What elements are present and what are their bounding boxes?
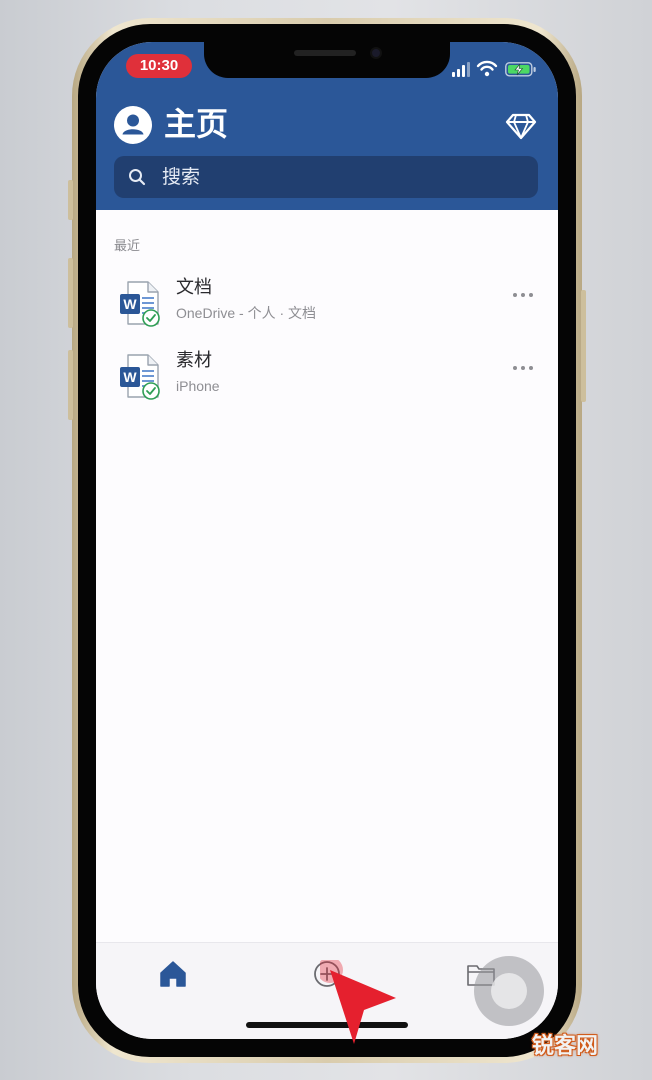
search-icon (129, 169, 146, 186)
search-bar[interactable]: 搜索 (114, 156, 538, 198)
status-time: 10:30 (126, 54, 192, 78)
word-document-icon: W (120, 354, 160, 400)
recent-file-row[interactable]: W 文档 OneDrive - 个人 · 文档 (96, 274, 558, 338)
front-camera (370, 47, 382, 59)
diamond-icon[interactable] (504, 108, 538, 142)
recent-section-label: 最近 (114, 239, 141, 254)
person-icon (122, 114, 144, 135)
svg-text:W: W (123, 369, 137, 385)
app-header: 10:30 主页 搜索 (96, 42, 558, 210)
home-icon[interactable] (158, 959, 188, 989)
word-document-icon: W (120, 281, 160, 327)
battery-charging-icon (505, 62, 536, 77)
signal-icon (452, 62, 470, 77)
status-icons (452, 60, 536, 77)
notch (204, 42, 450, 78)
page-title: 主页 (164, 105, 229, 143)
speaker (294, 50, 356, 56)
svg-text:W: W (123, 296, 137, 312)
profile-avatar[interactable] (114, 106, 152, 144)
mute-switch (68, 180, 73, 220)
file-name: 素材 (176, 350, 212, 371)
file-location: iPhone (176, 378, 220, 394)
volume-down-button (68, 350, 73, 420)
watermark-logo: 锐客网 (532, 1034, 599, 1059)
recent-file-row[interactable]: W 素材 iPhone (96, 347, 558, 411)
app-screen: 10:30 主页 搜索 最近 W 文档 OneDrive - 个人 · 文档 W… (96, 42, 558, 1039)
file-name: 文档 (176, 277, 212, 298)
assistive-touch-button[interactable] (474, 956, 544, 1026)
search-placeholder: 搜索 (162, 166, 201, 188)
pointer-arrow-icon (320, 960, 396, 1044)
more-options-icon[interactable] (512, 361, 534, 375)
power-button (581, 290, 586, 402)
file-location: OneDrive - 个人 · 文档 (176, 305, 317, 321)
assistive-touch-inner (491, 973, 527, 1009)
more-options-icon[interactable] (512, 288, 534, 302)
wifi-icon (476, 60, 498, 77)
volume-up-button (68, 258, 73, 328)
